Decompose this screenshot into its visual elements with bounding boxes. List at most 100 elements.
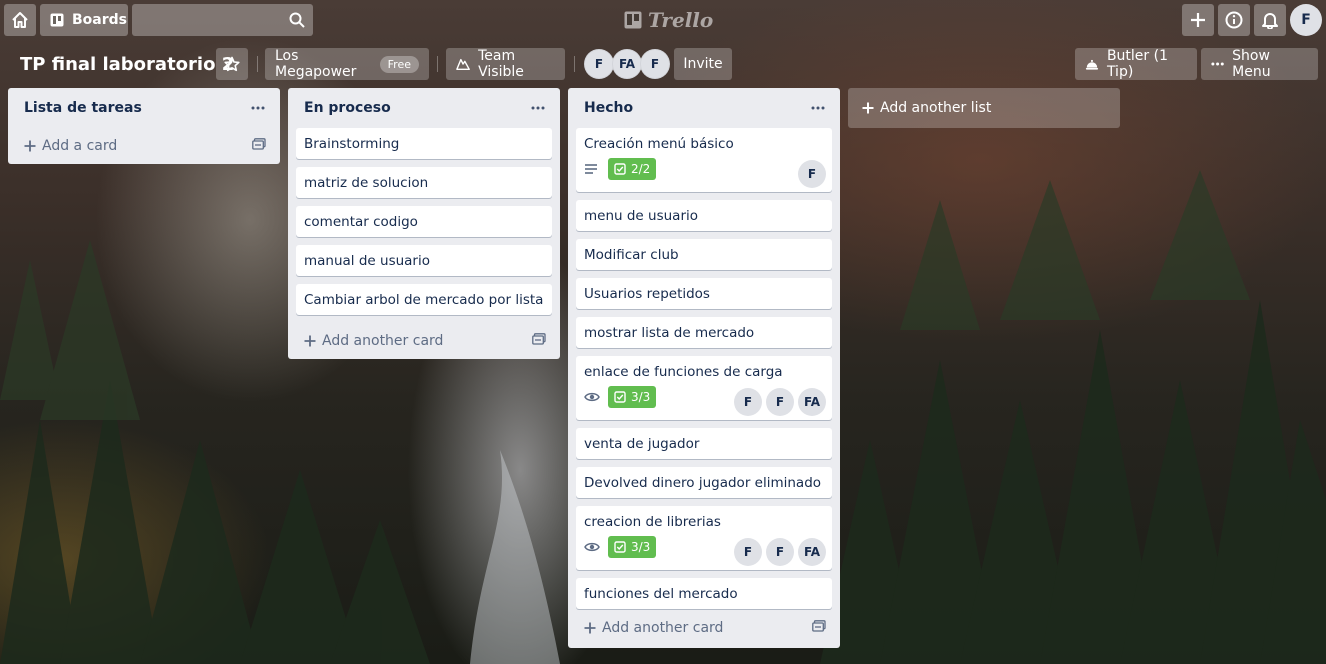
card-member-avatar[interactable]: FA (798, 388, 826, 416)
card-title: Brainstorming (304, 136, 400, 152)
add-card-button[interactable]: Add another card (576, 610, 832, 646)
plus-icon (584, 622, 596, 634)
butler-button[interactable]: Butler (1 Tip) (1075, 48, 1197, 80)
header-divider (437, 56, 438, 72)
card[interactable]: Creación menú básico 2/2 F (576, 128, 832, 192)
card[interactable]: enlace de funciones de carga 3/3 F F FA (576, 356, 832, 420)
trello-logo[interactable]: Trello (624, 6, 713, 34)
card-title: funciones del mercado (584, 586, 738, 602)
description-icon (584, 159, 608, 179)
list-hecho: Hecho Creación menú básico 2/2 F menu de… (568, 88, 840, 648)
member-avatar-admin[interactable]: FA (612, 49, 642, 79)
eye-icon (584, 387, 608, 407)
checklist-count: 3/3 (631, 540, 651, 554)
home-button[interactable] (4, 4, 36, 36)
plan-badge: Free (379, 55, 419, 73)
card-title: matriz de solucion (304, 175, 429, 191)
card-template-icon[interactable] (812, 620, 826, 632)
more-icon (251, 106, 265, 110)
plus-icon (1191, 13, 1205, 27)
list-en-proceso: En proceso Brainstorming matriz de soluc… (288, 88, 560, 359)
butler-icon (1085, 59, 1099, 70)
card-template-icon[interactable] (532, 333, 546, 345)
home-icon (12, 12, 28, 28)
profile-avatar[interactable]: F (1290, 4, 1322, 36)
trello-logo-icon (624, 11, 642, 29)
card-title: mostrar lista de mercado (584, 325, 755, 341)
board-title[interactable]: TP final laboratorio 2 (12, 48, 242, 80)
search-input[interactable] (132, 4, 292, 38)
card[interactable]: Devolved dinero jugador eliminado (576, 467, 832, 498)
more-icon (531, 106, 545, 110)
card[interactable]: Cambiar arbol de mercado por lista (296, 284, 552, 315)
board-members: F FA F (584, 49, 670, 79)
card-members: F F FA (734, 538, 826, 566)
list-header: Lista de tareas (8, 88, 280, 128)
list-title[interactable]: En proceso (304, 100, 391, 116)
team-button[interactable]: Los Megapower Free (265, 48, 429, 80)
create-button[interactable] (1182, 4, 1214, 36)
add-list-button[interactable]: Add another list (848, 88, 1120, 128)
visibility-button[interactable]: Team Visible (446, 48, 565, 80)
list-menu-button[interactable] (804, 94, 832, 122)
add-card-label: Add a card (42, 138, 118, 154)
card-title: Creación menú básico (584, 136, 734, 152)
card[interactable]: matriz de solucion (296, 167, 552, 198)
card-member-avatar[interactable]: F (734, 538, 762, 566)
card[interactable]: creacion de librerias 3/3 F F FA (576, 506, 832, 570)
boards-icon (50, 13, 64, 27)
card-template-icon[interactable] (252, 138, 266, 150)
card-title: manual de usuario (304, 253, 430, 269)
checklist-badge: 3/3 (608, 386, 657, 408)
card-title: menu de usuario (584, 208, 699, 224)
search-icon[interactable] (289, 12, 305, 28)
top-bar: Boards Trello F (0, 0, 1326, 40)
plus-icon (24, 140, 36, 152)
card[interactable]: venta de jugador (576, 428, 832, 459)
card-member-avatar[interactable]: F (798, 160, 826, 188)
card-list: Brainstorming matriz de solucion comenta… (288, 128, 560, 315)
card[interactable]: Brainstorming (296, 128, 552, 159)
list-lista-de-tareas: Lista de tareas Add a card (8, 88, 280, 164)
add-card-button[interactable]: Add a card (16, 128, 272, 164)
list-title[interactable]: Hecho (584, 100, 633, 116)
member-avatar[interactable]: F (640, 49, 670, 79)
invite-button[interactable]: Invite (674, 48, 732, 80)
logo-text: Trello (648, 8, 714, 32)
card[interactable]: manual de usuario (296, 245, 552, 276)
info-button[interactable] (1218, 4, 1250, 36)
checklist-icon (614, 391, 626, 403)
plus-icon (304, 335, 316, 347)
add-card-button[interactable]: Add another card (296, 323, 552, 359)
list-title[interactable]: Lista de tareas (24, 100, 142, 116)
card-member-avatar[interactable]: F (766, 538, 794, 566)
boards-label: Boards (72, 12, 127, 28)
eye-icon (584, 537, 608, 557)
card-list[interactable]: Creación menú básico 2/2 F menu de usuar… (568, 128, 840, 610)
card-title: creacion de librerias (584, 514, 721, 530)
list-menu-button[interactable] (524, 94, 552, 122)
list-menu-button[interactable] (244, 94, 272, 122)
card[interactable]: comentar codigo (296, 206, 552, 237)
card-title: Devolved dinero jugador eliminado (584, 475, 822, 491)
card[interactable]: Usuarios repetidos (576, 278, 832, 309)
card[interactable]: funciones del mercado (576, 578, 832, 609)
plus-icon (862, 102, 874, 114)
boards-button[interactable]: Boards (40, 4, 128, 36)
header-divider (574, 56, 575, 72)
show-menu-button[interactable]: Show Menu (1201, 48, 1318, 80)
checklist-count: 2/2 (631, 162, 651, 176)
card-member-avatar[interactable]: F (766, 388, 794, 416)
search-box[interactable] (132, 4, 313, 38)
card-member-avatar[interactable]: FA (798, 538, 826, 566)
member-avatar[interactable]: F (584, 49, 614, 79)
card[interactable]: Modificar club (576, 239, 832, 270)
star-board-button[interactable] (216, 48, 248, 80)
add-list-label: Add another list (880, 100, 992, 116)
card-member-avatar[interactable]: F (734, 388, 762, 416)
card[interactable]: menu de usuario (576, 200, 832, 231)
team-visible-icon (456, 58, 470, 70)
team-name: Los Megapower (275, 48, 357, 80)
notifications-button[interactable] (1254, 4, 1286, 36)
card[interactable]: mostrar lista de mercado (576, 317, 832, 348)
